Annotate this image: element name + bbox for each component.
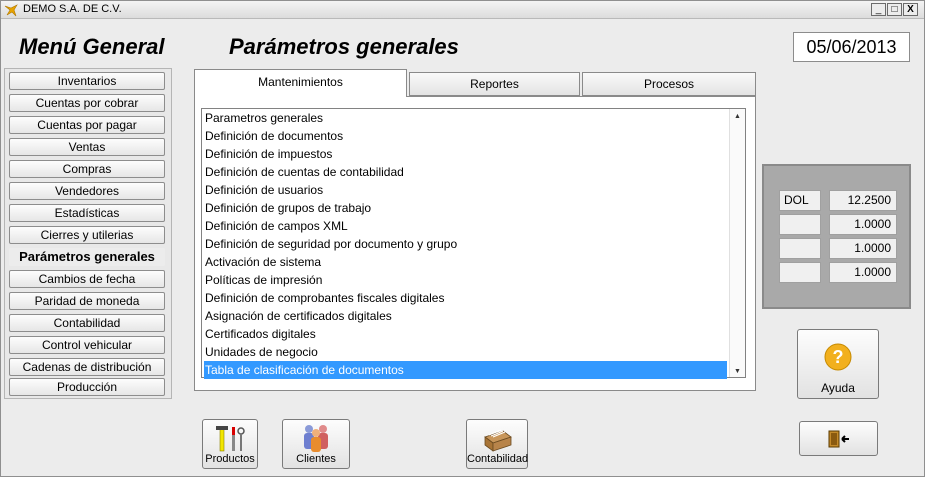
list-item[interactable]: Parametros generales — [204, 109, 727, 127]
list-item[interactable]: Activación de sistema — [204, 253, 727, 271]
list-item[interactable]: Definición de usuarios — [204, 181, 727, 199]
minimize-button[interactable]: _ — [871, 3, 886, 16]
currency-rate: 1.0000 — [829, 238, 897, 259]
window-title: DEMO S.A. DE C.V. — [23, 3, 122, 15]
menu-item-cuentas-por-cobrar[interactable]: Cuentas por cobrar — [9, 94, 165, 112]
tab-mantenimientos[interactable]: Mantenimientos — [194, 69, 407, 97]
menu-item-compras[interactable]: Compras — [9, 160, 165, 178]
currency-code — [779, 214, 821, 235]
products-tools-icon — [216, 426, 245, 452]
tab-panel: Parametros generales Definición de docum… — [194, 96, 756, 391]
help-button[interactable]: ? Ayuda — [797, 329, 879, 399]
menu-item-inventarios[interactable]: Inventarios — [9, 72, 165, 90]
accounting-button-label: Contabilidad — [467, 453, 529, 465]
maximize-button[interactable]: □ — [887, 3, 902, 16]
tab-procesos[interactable]: Procesos — [582, 72, 756, 96]
currency-code: DOL — [779, 190, 821, 211]
menu-item-cuentas-por-pagar[interactable]: Cuentas por pagar — [9, 116, 165, 134]
app-window: DEMO S.A. DE C.V. _ □ X Menú General Par… — [0, 0, 925, 477]
products-button-label: Productos — [205, 453, 255, 465]
list-item[interactable]: Unidades de negocio — [204, 343, 727, 361]
title-bar[interactable]: DEMO S.A. DE C.V. _ □ X — [1, 1, 924, 19]
list-item[interactable]: Asignación de certificados digitales — [204, 307, 727, 325]
products-button[interactable]: Productos — [202, 419, 258, 469]
date-display: 05/06/2013 — [793, 32, 910, 62]
list-item[interactable]: Definición de cuentas de contabilidad — [204, 163, 727, 181]
clients-button-label: Clientes — [296, 453, 336, 465]
menu-item-ventas[interactable]: Ventas — [9, 138, 165, 156]
accounting-file-box-icon — [484, 429, 512, 452]
page-title: Parámetros generales — [229, 34, 459, 59]
options-list[interactable]: Parametros generales Definición de docum… — [201, 108, 746, 379]
list-item[interactable]: Definición de seguridad por documento y … — [204, 235, 727, 253]
accounting-button[interactable]: Contabilidad — [466, 419, 528, 469]
list-item[interactable]: Definición de impuestos — [204, 145, 727, 163]
list-item[interactable]: Definición de campos XML — [204, 217, 727, 235]
list-item-selected[interactable]: Tabla de clasificación de documentos — [204, 361, 727, 379]
currency-rate: 12.2500 — [829, 190, 897, 211]
list-item[interactable]: Definición de grupos de trabajo — [204, 199, 727, 217]
menu-item-cambios-de-fecha[interactable]: Cambios de fecha — [9, 270, 165, 288]
exchange-rate-panel: DOL 12.2500 1.0000 1.0000 1.0000 — [762, 164, 911, 309]
list-item[interactable]: Políticas de impresión — [204, 271, 727, 289]
menu-item-cadenas-de-distribucion[interactable]: Cadenas de distribución — [9, 358, 165, 376]
exit-door-icon — [828, 430, 849, 448]
clients-people-icon — [304, 425, 328, 452]
currency-code — [779, 238, 821, 259]
menu-item-control-vehicular[interactable]: Control vehicular — [9, 336, 165, 354]
currency-rate: 1.0000 — [829, 262, 897, 283]
app-logo-icon — [4, 4, 18, 17]
menu-title: Menú General — [19, 34, 165, 59]
menu-item-estadisticas[interactable]: Estadísticas — [9, 204, 165, 222]
help-button-label: Ayuda — [821, 381, 855, 395]
tab-reportes[interactable]: Reportes — [409, 72, 580, 96]
menu-item-parametros-generales[interactable]: Parámetros generales — [9, 248, 165, 266]
menu-item-vendedores[interactable]: Vendedores — [9, 182, 165, 200]
main-menu: Inventarios Cuentas por cobrar Cuentas p… — [4, 68, 172, 399]
list-item[interactable]: Definición de documentos — [204, 127, 727, 145]
exit-button[interactable] — [799, 421, 878, 456]
scroll-up-icon[interactable]: ▲ — [734, 113, 741, 120]
list-scrollbar[interactable]: ▲ ▼ — [729, 109, 745, 377]
menu-item-produccion[interactable]: Producción — [9, 378, 165, 396]
svg-text:?: ? — [833, 347, 844, 367]
currency-rate: 1.0000 — [829, 214, 897, 235]
close-button[interactable]: X — [903, 3, 918, 16]
help-icon: ? — [824, 343, 852, 371]
menu-item-paridad-de-moneda[interactable]: Paridad de moneda — [9, 292, 165, 310]
menu-item-contabilidad[interactable]: Contabilidad — [9, 314, 165, 332]
menu-item-cierres-y-utilerias[interactable]: Cierres y utilerias — [9, 226, 165, 244]
clients-button[interactable]: Clientes — [282, 419, 350, 469]
currency-code — [779, 262, 821, 283]
scroll-down-icon[interactable]: ▼ — [734, 368, 741, 375]
list-item[interactable]: Definición de comprobantes fiscales digi… — [204, 289, 727, 307]
list-item[interactable]: Certificados digitales — [204, 325, 727, 343]
